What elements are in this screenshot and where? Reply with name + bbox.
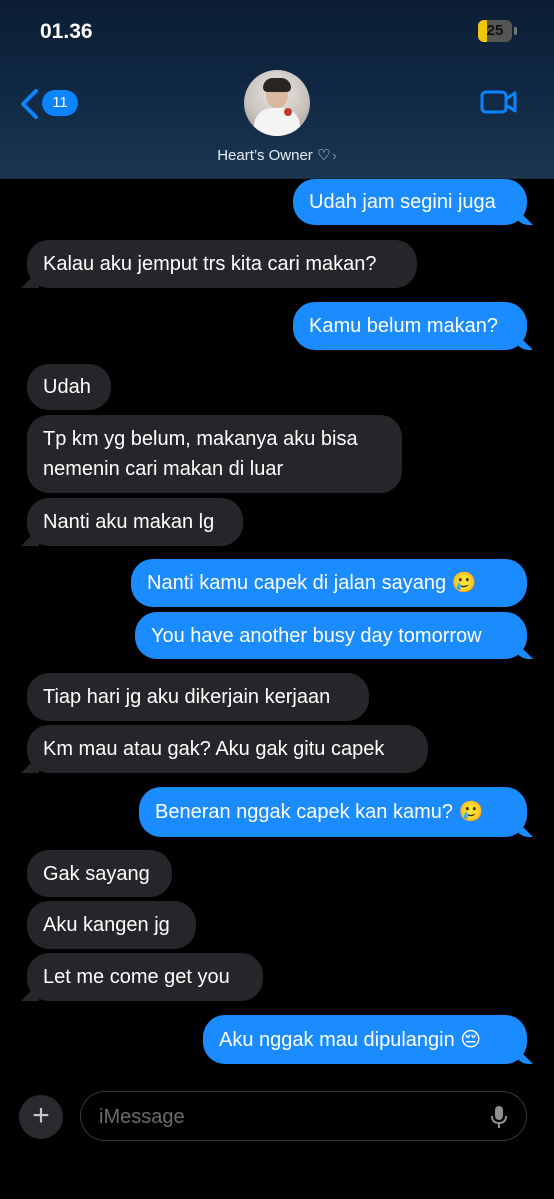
message-text: Nanti aku makan lg	[43, 511, 215, 533]
message-bubble-incoming[interactable]: Nanti aku makan lg	[27, 498, 243, 546]
message-bubble-incoming[interactable]: Aku kangen jg	[27, 901, 196, 949]
message-text: Tiap hari jg aku dikerjain kerjaan	[43, 686, 331, 708]
message-text: You have another busy day tomorrow	[151, 624, 482, 647]
message-bubble-incoming[interactable]: Udah	[27, 364, 111, 410]
message-text: Udah jam segini juga	[309, 191, 496, 213]
message-text: Aku nggak mau dipulangin 😔	[219, 1028, 482, 1051]
contact-avatar[interactable]	[244, 70, 310, 136]
message-text: Aku kangen jg	[43, 914, 170, 936]
chevron-left-icon	[21, 89, 38, 119]
chat-header: 01.36 25 11 Heart’s Owner ♡ ›	[0, 0, 554, 179]
message-bubble-incoming[interactable]: Tp km yg belum, makanya aku bisa nemenin…	[27, 415, 402, 493]
avatar-flower	[284, 108, 292, 116]
chevron-right-icon: ›	[332, 148, 337, 163]
video-camera-icon	[480, 90, 517, 114]
message-text: Kamu belum makan?	[309, 315, 498, 337]
message-bubble-incoming[interactable]: Tiap hari jg aku dikerjain kerjaan	[27, 673, 369, 721]
avatar-hair	[263, 78, 291, 92]
battery-cap	[514, 27, 517, 35]
plus-icon: +	[32, 1099, 50, 1132]
message-bubble-incoming[interactable]: Kalau aku jemput trs kita cari makan?	[27, 240, 417, 288]
message-bubble-outgoing[interactable]: Aku nggak mau dipulangin 😔	[203, 1015, 527, 1064]
message-text: Km mau atau gak? Aku gak gitu capek	[43, 738, 385, 760]
message-bubble-outgoing[interactable]: Nanti kamu capek di jalan sayang 🥲	[131, 559, 527, 607]
message-text: Kalau aku jemput trs kita cari makan?	[43, 253, 377, 275]
message-text: Let me come get you	[43, 966, 230, 988]
status-time: 01.36	[40, 20, 93, 43]
message-text: Gak sayang	[43, 862, 150, 885]
message-bubble-outgoing[interactable]: Kamu belum makan?	[293, 302, 527, 350]
message-bubble-outgoing[interactable]: Beneran nggak capek kan kamu? 🥲	[139, 787, 527, 837]
contact-name[interactable]: Heart’s Owner ♡ ›	[0, 146, 554, 164]
contact-name-label: Heart’s Owner ♡	[217, 147, 331, 164]
message-input-field[interactable]	[80, 1091, 527, 1142]
message-text: Udah	[43, 376, 91, 398]
message-bubble-outgoing[interactable]: You have another busy day tomorrow	[135, 612, 527, 659]
message-bubble-incoming[interactable]: Km mau atau gak? Aku gak gitu capek	[27, 725, 428, 773]
message-bubble-outgoing[interactable]: Udah jam segini juga	[293, 179, 527, 225]
message-bubble-incoming[interactable]: Gak sayang	[27, 850, 172, 897]
add-attachment-button[interactable]: +	[19, 1095, 63, 1139]
battery-indicator: 25	[478, 20, 512, 42]
message-text: Beneran nggak capek kan kamu? 🥲	[155, 801, 484, 823]
message-input[interactable]	[97, 1092, 481, 1142]
message-text: Tp km yg belum, makanya aku bisa nemenin…	[43, 428, 358, 480]
facetime-button[interactable]	[480, 88, 518, 121]
avatar-shirt	[254, 108, 300, 136]
microphone-icon[interactable]	[489, 1104, 509, 1130]
unread-count-badge[interactable]: 11	[42, 90, 78, 116]
message-text: Nanti kamu capek di jalan sayang 🥲	[147, 572, 477, 594]
message-bubble-incoming[interactable]: Let me come get you	[27, 953, 263, 1001]
battery-percent: 25	[486, 22, 504, 39]
